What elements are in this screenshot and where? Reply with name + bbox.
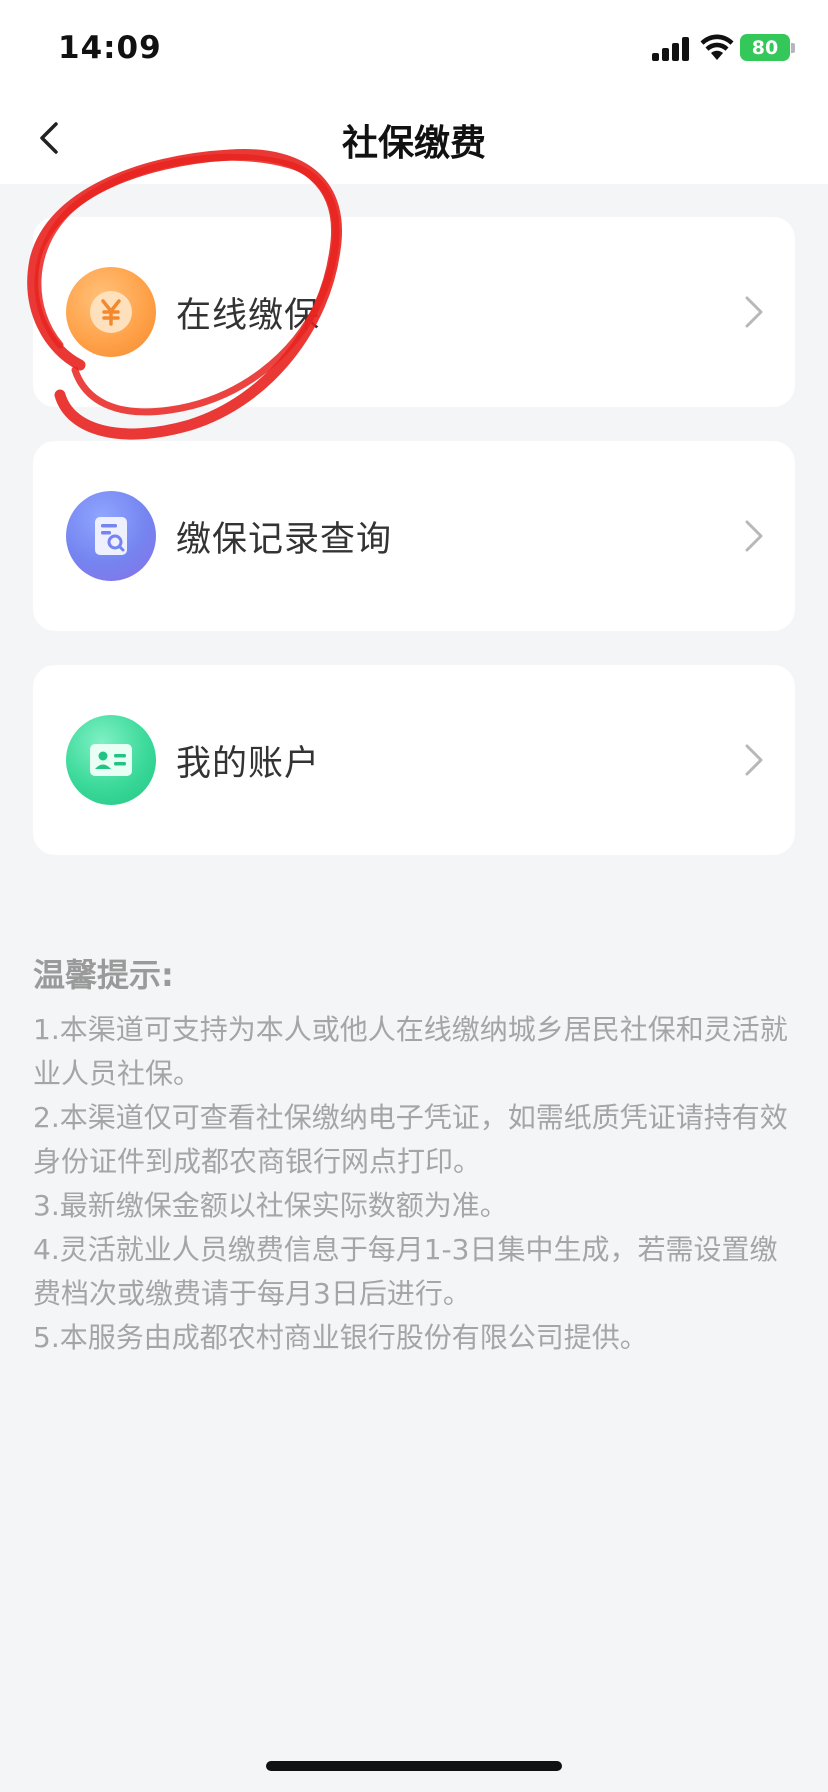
tip-item: 5.本服务由成都农村商业银行股份有限公司提供。 xyxy=(33,1321,648,1354)
chevron-right-icon xyxy=(745,520,763,552)
cellular-signal-icon xyxy=(652,37,692,61)
card-label: 我的账户 xyxy=(176,744,321,784)
payment-records-card[interactable]: 缴保记录查询 xyxy=(33,441,795,631)
battery-nub xyxy=(791,43,795,53)
wifi-icon xyxy=(700,34,734,60)
status-time: 14:09 xyxy=(58,30,162,66)
home-indicator[interactable] xyxy=(266,1761,562,1771)
tips-body: 1.本渠道可支持为本人或他人在线缴纳城乡居民社保和灵活就业人员社保。 2.本渠道… xyxy=(33,1008,803,1360)
card-label: 在线缴保 xyxy=(176,296,321,336)
tip-item: 2.本渠道仅可查看社保缴纳电子凭证，如需纸质凭证请持有效身份证件到成都农商银行网… xyxy=(33,1101,788,1178)
tip-item: 1.本渠道可支持为本人或他人在线缴纳城乡居民社保和灵活就业人员社保。 xyxy=(33,1013,788,1090)
my-account-card[interactable]: 我的账户 xyxy=(33,665,795,855)
tips-title: 温馨提示: xyxy=(33,956,174,994)
tip-item: 3.最新缴保金额以社保实际数额为准。 xyxy=(33,1189,508,1222)
yen-coin-icon xyxy=(66,267,156,357)
chevron-right-icon xyxy=(745,744,763,776)
page-title: 社保缴费 xyxy=(341,123,486,164)
chevron-right-icon xyxy=(745,296,763,328)
id-card-icon xyxy=(66,715,156,805)
tip-item: 4.灵活就业人员缴费信息于每月1-3日集中生成，若需设置缴费档次或缴费请于每月3… xyxy=(33,1233,778,1310)
card-label: 缴保记录查询 xyxy=(176,520,393,560)
battery-icon: 80 xyxy=(740,34,790,61)
document-search-icon xyxy=(66,491,156,581)
screen: 14:09 80 社保缴费 在线缴保 缴保记录查询 我的账户 温馨提示: 1.本… xyxy=(0,0,828,1792)
online-payment-card[interactable]: 在线缴保 xyxy=(33,217,795,407)
